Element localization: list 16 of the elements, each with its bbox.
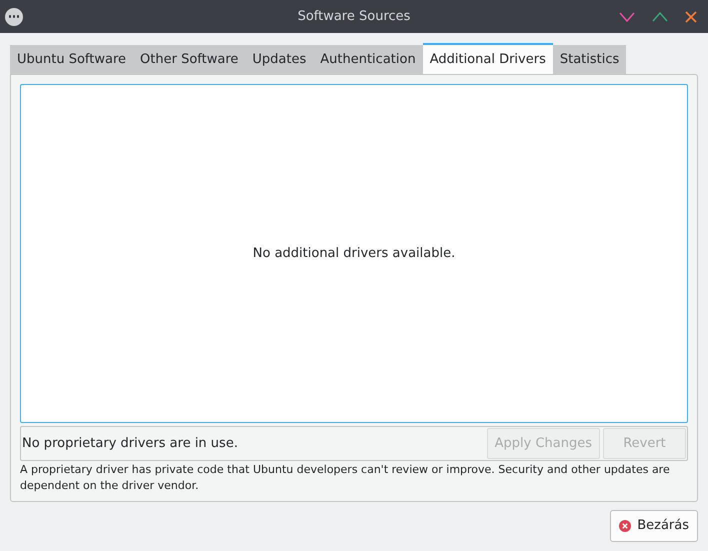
- close-icon[interactable]: [685, 10, 697, 22]
- driver-note: A proprietary driver has private code that Ubuntu developers can't review or improve. Security and other updates are dependent on the driver vendor.: [20, 462, 671, 494]
- empty-message: No additional drivers available.: [252, 244, 456, 263]
- tab[interactable]: Ubuntu Software: [10, 45, 134, 74]
- maximize-icon[interactable]: [652, 12, 668, 22]
- tab[interactable]: Updates: [245, 45, 314, 74]
- tab[interactable]: Additional Drivers: [422, 43, 553, 74]
- minimize-icon[interactable]: [619, 12, 635, 22]
- status-text: No proprietary drivers are in use.: [22, 434, 238, 453]
- menu-button[interactable]: [5, 8, 23, 26]
- close-icon: [619, 520, 632, 532]
- tab[interactable]: Statistics: [552, 45, 626, 74]
- tab[interactable]: Other Software: [133, 45, 246, 74]
- window-title: Software Sources: [298, 8, 410, 26]
- tab[interactable]: Authentication: [313, 45, 423, 74]
- close-button[interactable]: Bezárás: [610, 510, 698, 542]
